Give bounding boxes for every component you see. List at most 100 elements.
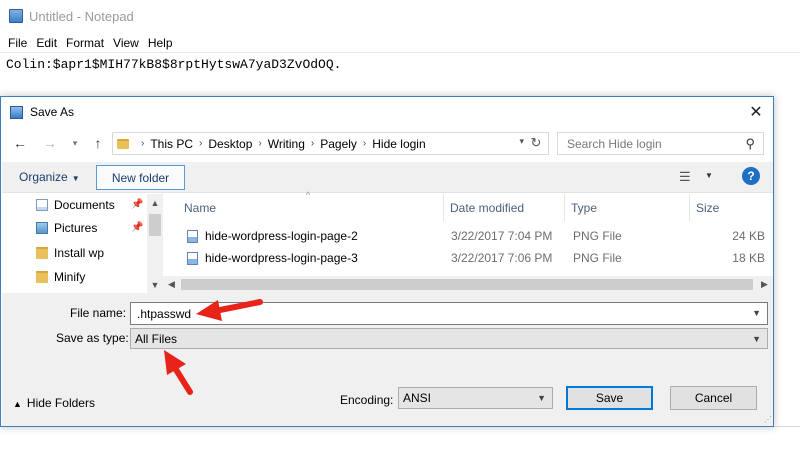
- recent-locations-chevron-icon[interactable]: ▾: [65, 133, 85, 153]
- search-box[interactable]: ⚲: [557, 132, 764, 155]
- notepad-title: Untitled - Notepad: [29, 8, 134, 24]
- file-type: PNG File: [573, 251, 622, 265]
- chevron-down-icon[interactable]: ▼: [705, 171, 713, 180]
- breadcrumb-chevron-icon[interactable]: ›: [363, 138, 366, 149]
- scroll-down-icon[interactable]: ▼: [147, 276, 163, 293]
- close-icon[interactable]: ✕: [745, 101, 767, 123]
- folder-icon: [117, 138, 129, 149]
- nav-item-documents[interactable]: Documents: [36, 194, 115, 216]
- search-icon[interactable]: ⚲: [745, 136, 755, 152]
- breadcrumb-chevron-icon[interactable]: ›: [311, 138, 314, 149]
- breadcrumb-desktop[interactable]: Desktop: [208, 137, 252, 151]
- file-name-label: File name:: [70, 306, 127, 320]
- nav-item-minify[interactable]: Minify: [36, 266, 85, 288]
- breadcrumb-pagely[interactable]: Pagely: [320, 137, 357, 151]
- nav-item-label: Minify: [54, 270, 86, 284]
- notepad-titlebar: Untitled - Notepad: [0, 0, 800, 32]
- pictures-icon: [36, 222, 48, 234]
- nav-pane-scrollbar[interactable]: ▲ ▼: [147, 194, 163, 293]
- column-header-name[interactable]: Name: [177, 194, 443, 221]
- search-input[interactable]: [565, 135, 735, 152]
- dialog-toolbar: Organize ▼ New folder ☰ ▼ ?: [2, 162, 773, 193]
- organize-menu[interactable]: Organize ▼: [19, 170, 80, 184]
- save-as-type-select[interactable]: All Files ▼: [130, 328, 768, 349]
- view-options-icon[interactable]: ☰: [679, 169, 691, 185]
- notepad-menubar: File Edit Format View Help: [0, 33, 800, 52]
- menu-view[interactable]: View: [109, 36, 143, 50]
- breadcrumb-chevron-icon[interactable]: ›: [141, 138, 144, 149]
- file-size: 24 KB: [732, 229, 765, 243]
- nav-item-label: Pictures: [54, 221, 98, 235]
- save-button[interactable]: Save: [566, 386, 653, 410]
- address-dropdown-icon[interactable]: ▾: [519, 136, 524, 147]
- breadcrumb-this-pc[interactable]: This PC: [150, 137, 193, 151]
- menu-file[interactable]: File: [4, 36, 31, 50]
- file-list: ^ Name Date modified Type Size hide-word…: [163, 190, 773, 293]
- save-form: File name: ▼ Save as type: All Files ▼ ▲…: [2, 293, 773, 426]
- file-name: hide-wordpress-login-page-2: [205, 229, 358, 243]
- pin-icon[interactable]: 📌: [131, 199, 143, 210]
- hide-folders-toggle[interactable]: ▲ Hide Folders: [13, 396, 95, 410]
- save-as-type-value: All Files: [135, 331, 178, 346]
- png-file-icon: [187, 230, 198, 243]
- scrollbar-thumb[interactable]: [181, 279, 753, 290]
- menu-help[interactable]: Help: [144, 36, 177, 50]
- breadcrumb-hide-login[interactable]: Hide login: [372, 137, 425, 151]
- resize-grip-icon[interactable]: ⋰: [764, 415, 772, 424]
- file-row[interactable]: hide-wordpress-login-page-3 3/22/2017 7:…: [163, 247, 773, 269]
- organize-label: Organize: [19, 170, 68, 184]
- encoding-value: ANSI: [403, 391, 432, 405]
- scroll-left-icon[interactable]: ◀: [163, 276, 180, 293]
- help-icon[interactable]: ?: [742, 167, 760, 185]
- chevron-down-icon[interactable]: ▼: [752, 308, 761, 318]
- breadcrumb-chevron-icon[interactable]: ›: [258, 138, 261, 149]
- encoding-label: Encoding:: [340, 393, 394, 407]
- pin-icon[interactable]: 📌: [131, 222, 143, 233]
- file-name: hide-wordpress-login-page-3: [205, 251, 358, 265]
- file-name-input[interactable]: [135, 305, 745, 322]
- nav-item-pictures[interactable]: Pictures: [36, 217, 97, 239]
- notepad-text-area[interactable]: Colin:$apr1$MIH77kB8$8rptHytswA7yaD3ZvOd…: [6, 57, 341, 72]
- file-date: 3/22/2017 7:04 PM: [451, 229, 553, 243]
- encoding-select[interactable]: ANSI ▼: [398, 387, 553, 409]
- documents-icon: [36, 199, 48, 211]
- breadcrumb-chevron-icon[interactable]: ›: [199, 138, 202, 149]
- menu-format[interactable]: Format: [62, 36, 108, 50]
- save-as-icon: [10, 105, 23, 119]
- scroll-up-icon[interactable]: ▲: [147, 194, 163, 211]
- file-size: 18 KB: [732, 251, 765, 265]
- scroll-right-icon[interactable]: ▶: [756, 276, 773, 293]
- file-list-horizontal-scrollbar[interactable]: ◀ ▶: [163, 276, 773, 293]
- breadcrumb-writing[interactable]: Writing: [268, 137, 305, 151]
- column-header-size[interactable]: Size: [689, 194, 773, 221]
- cancel-button[interactable]: Cancel: [670, 386, 757, 410]
- scrollbar-thumb[interactable]: [149, 214, 161, 236]
- hide-folders-label: Hide Folders: [26, 396, 95, 410]
- new-folder-button[interactable]: New folder: [96, 165, 185, 190]
- chevron-down-icon: ▼: [71, 174, 80, 183]
- chevron-down-icon[interactable]: ▼: [752, 334, 761, 344]
- file-name-field[interactable]: ▼: [130, 302, 768, 325]
- nav-item-label: Documents: [54, 198, 115, 212]
- dialog-titlebar[interactable]: Save As ✕: [1, 97, 773, 127]
- refresh-icon[interactable]: ↻: [527, 134, 545, 152]
- back-arrow-icon[interactable]: ←: [10, 133, 30, 153]
- menu-edit[interactable]: Edit: [32, 36, 61, 50]
- address-row: ← → ▾ ↑ › This PC › Desktop › Writing › …: [1, 129, 773, 159]
- png-file-icon: [187, 252, 198, 265]
- file-date: 3/22/2017 7:06 PM: [451, 251, 553, 265]
- file-row[interactable]: hide-wordpress-login-page-2 3/22/2017 7:…: [163, 225, 773, 247]
- chevron-down-icon[interactable]: ▼: [537, 393, 546, 403]
- column-header-date-modified[interactable]: Date modified: [443, 194, 564, 221]
- dialog-title: Save As: [30, 105, 75, 119]
- up-arrow-icon[interactable]: ↑: [88, 133, 108, 153]
- save-as-type-label: Save as type:: [56, 331, 129, 345]
- save-as-dialog: Save As ✕ ← → ▾ ↑ › This PC › Desktop › …: [0, 96, 774, 427]
- column-header-type[interactable]: Type: [564, 194, 689, 221]
- navigation-pane: Documents 📌 Pictures 📌 Install wp Minify…: [2, 194, 163, 293]
- address-bar[interactable]: › This PC › Desktop › Writing › Pagely ›…: [112, 132, 549, 155]
- nav-item-install-wp[interactable]: Install wp: [36, 242, 104, 264]
- folder-icon: [36, 271, 48, 283]
- folder-icon: [36, 247, 48, 259]
- forward-arrow-icon[interactable]: →: [40, 133, 60, 153]
